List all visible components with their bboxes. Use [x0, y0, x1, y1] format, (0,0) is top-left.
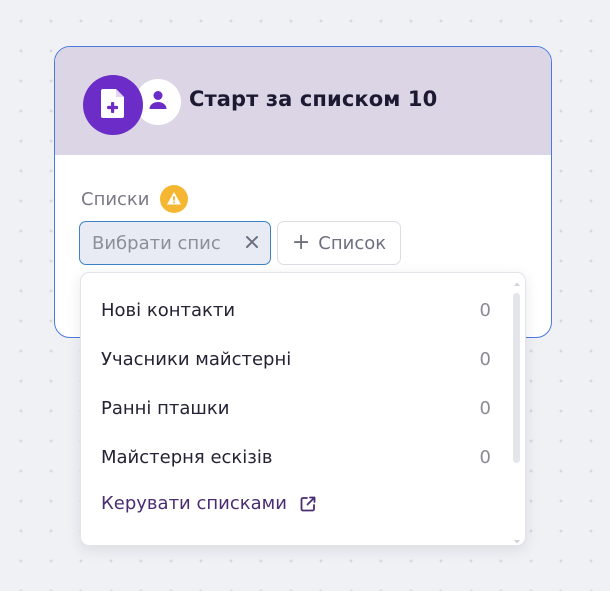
warning-triangle-icon: [159, 185, 188, 213]
manage-lists-link[interactable]: Керувати списками: [101, 493, 317, 514]
lists-label-text: Списки: [81, 188, 150, 210]
list-item-count: 0: [479, 348, 491, 370]
list-item-count: 0: [479, 397, 491, 419]
node-type-avatar: [83, 75, 143, 135]
add-list-button[interactable]: + Список: [277, 221, 401, 265]
list-item-count: 0: [479, 446, 491, 468]
scrollbar-thumb[interactable]: [513, 293, 520, 463]
dropdown-scrollbar[interactable]: [513, 281, 521, 544]
node-title: Старт за списком 10: [189, 87, 438, 111]
list-item-label: Майстерня ескізів: [101, 446, 273, 468]
file-add-icon: [99, 87, 127, 123]
card-header: Старт за списком 10: [55, 47, 551, 155]
list-item-label: Нові контакти: [101, 299, 236, 321]
list-item[interactable]: Учасники майстерні 0: [81, 335, 501, 383]
external-link-icon: [299, 495, 317, 513]
list-item-label: Учасники майстерні: [101, 348, 292, 370]
list-search-input[interactable]: [92, 232, 236, 254]
list-item[interactable]: Ранні пташки 0: [81, 384, 501, 432]
list-select[interactable]: [79, 221, 271, 265]
user-icon: [147, 89, 169, 115]
list-dropdown[interactable]: Нові контакти 0 Учасники майстерні 0 Ран…: [80, 272, 526, 546]
list-item-label: Ранні пташки: [101, 397, 230, 419]
plus-icon: +: [291, 230, 311, 255]
close-icon[interactable]: [244, 234, 260, 250]
scroll-up-arrow-icon[interactable]: [513, 281, 521, 287]
list-item[interactable]: Майстерня ескізів 0: [81, 433, 501, 481]
list-item[interactable]: Нові контакти 0: [81, 286, 501, 334]
lists-section-label: Списки: [81, 185, 188, 213]
add-list-label: Список: [318, 232, 387, 254]
scroll-down-arrow-icon[interactable]: [513, 539, 521, 545]
manage-lists-label: Керувати списками: [101, 493, 287, 514]
list-item-count: 0: [479, 299, 491, 321]
